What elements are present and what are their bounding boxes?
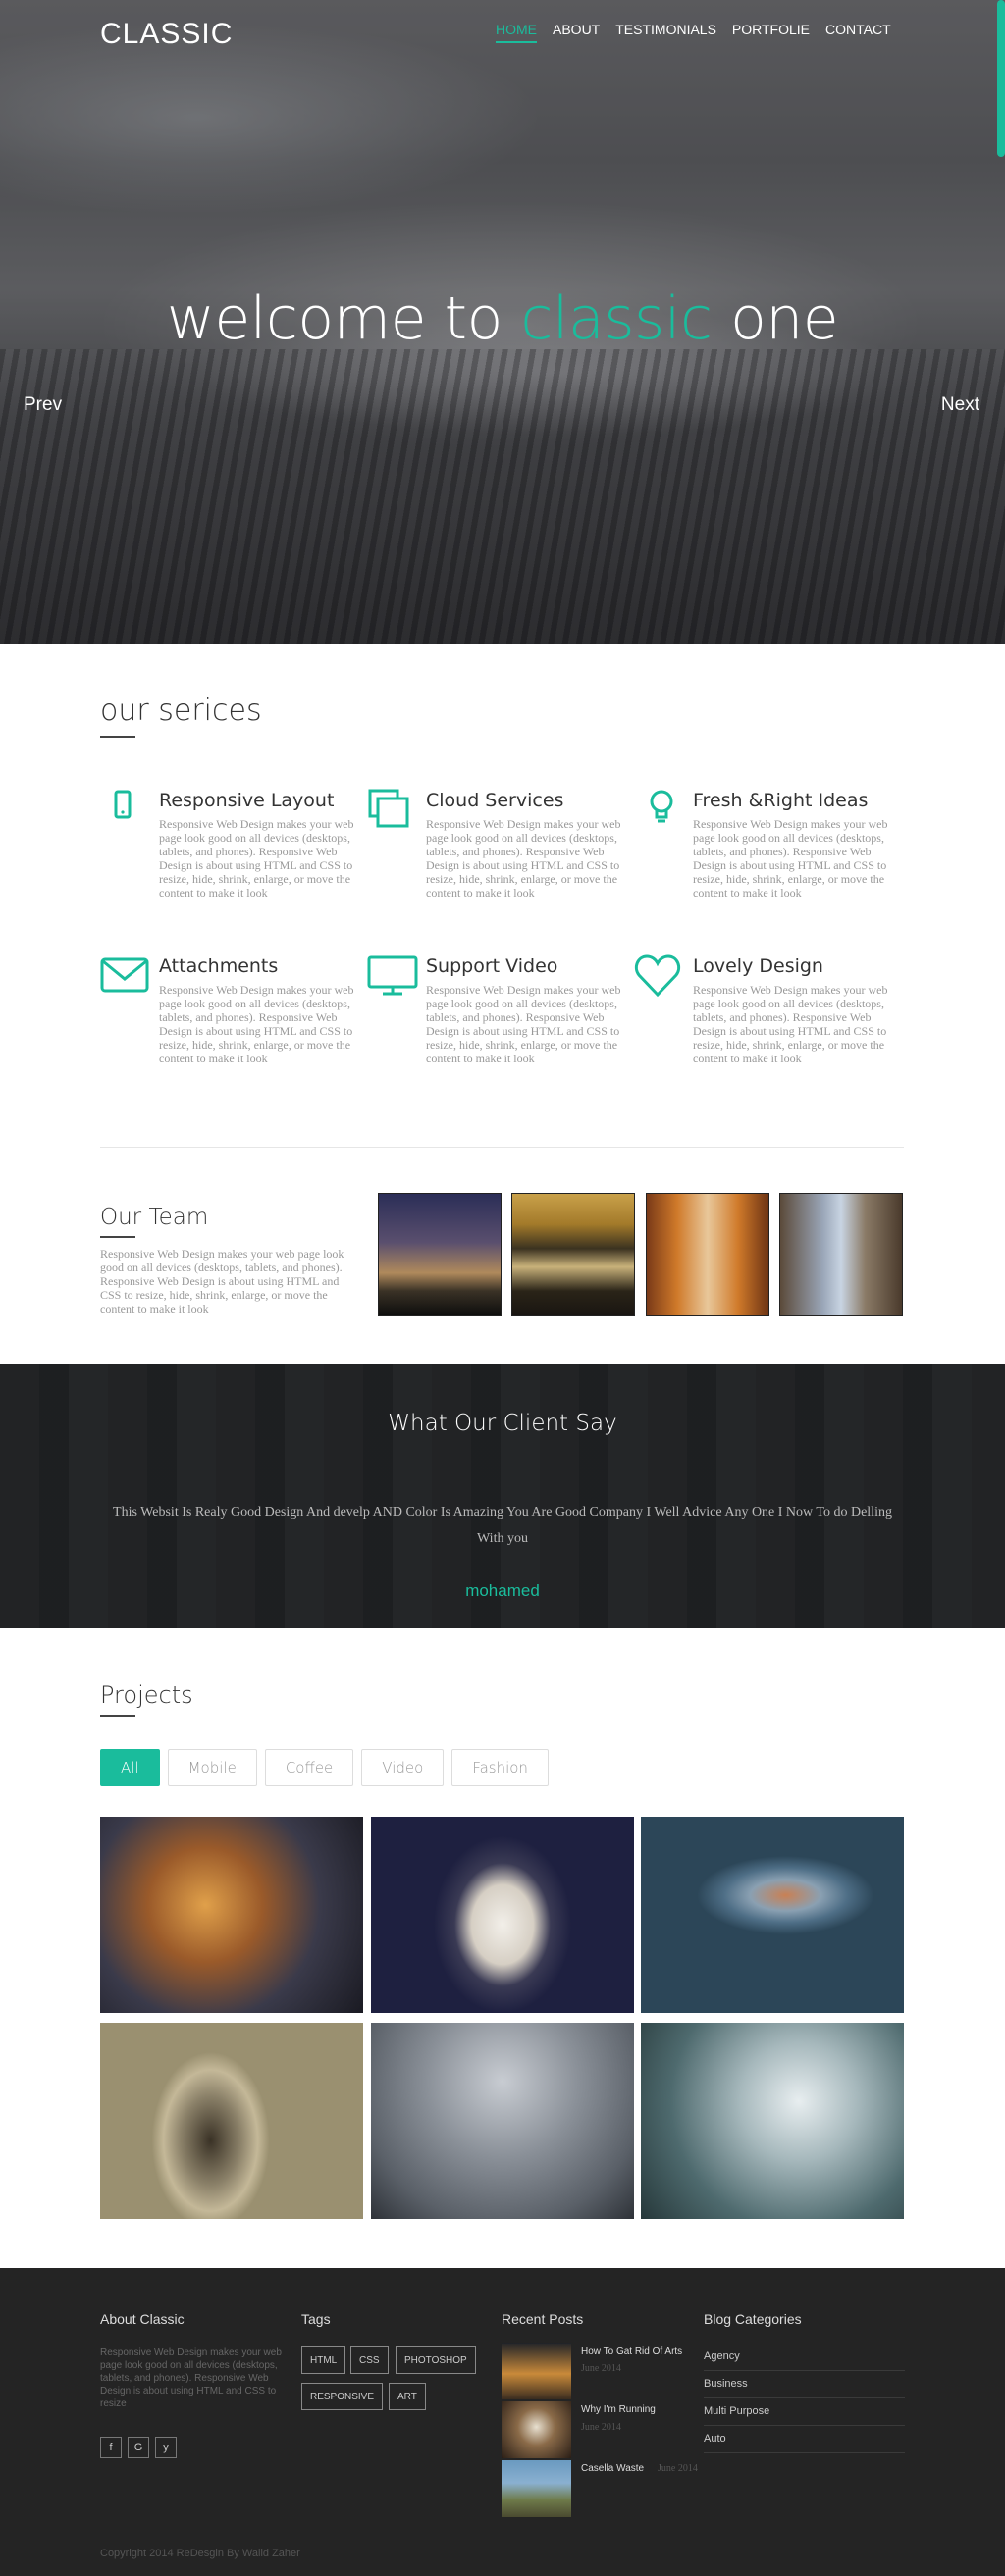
- heart-icon: [634, 954, 681, 998]
- tag-art[interactable]: ART: [389, 2383, 426, 2410]
- hero-title-accent: classic: [520, 284, 713, 353]
- post-title[interactable]: Why I'm Running: [581, 2404, 656, 2415]
- testimonial-author: mohamed: [465, 1581, 540, 1600]
- footer-about-text: Responsive Web Design makes your web pag…: [100, 2347, 282, 2409]
- slider-prev-button[interactable]: Prev: [24, 394, 62, 416]
- project-image-boat[interactable]: [641, 1817, 904, 2013]
- category-link[interactable]: Business: [704, 2378, 905, 2398]
- service-title: Fresh &Right Ideas: [693, 790, 869, 811]
- hero-slider: CLASSIC HOME ABOUT TESTIMONIALS PORTFOLI…: [0, 0, 1005, 644]
- post-date: June 2014: [581, 2422, 621, 2433]
- service-text: Responsive Web Design makes your web pag…: [159, 817, 354, 900]
- lightbulb-icon: [650, 790, 673, 823]
- team-photo[interactable]: [378, 1193, 502, 1316]
- services-section: our serices Responsive Layout Responsive…: [0, 644, 1005, 1364]
- filter-all-button[interactable]: All: [100, 1749, 160, 1786]
- category-link[interactable]: Multi Purpose: [704, 2405, 905, 2426]
- nav-contact[interactable]: CONTACT: [825, 22, 891, 43]
- hero-title-part1: welcome to: [166, 284, 503, 353]
- service-text: Responsive Web Design makes your web pag…: [426, 983, 621, 1065]
- footer-tags-title: Tags: [301, 2311, 331, 2327]
- slider-next-button[interactable]: Next: [941, 394, 979, 416]
- site-logo[interactable]: CLASSIC: [100, 18, 233, 51]
- team-title-underline: [100, 1236, 135, 1238]
- twitter-icon[interactable]: y: [155, 2437, 177, 2458]
- footer-categories-title: Blog Categories: [704, 2311, 802, 2327]
- social-links: f G y: [100, 2437, 177, 2458]
- section-divider: [100, 1147, 904, 1148]
- hero-title: welcome to classic one: [0, 284, 1005, 353]
- service-text: Responsive Web Design makes your web pag…: [693, 983, 888, 1065]
- google-icon[interactable]: G: [128, 2437, 149, 2458]
- monitor-icon: [367, 955, 418, 996]
- team-photo[interactable]: [779, 1193, 903, 1316]
- tag-responsive[interactable]: RESPONSIVE: [301, 2383, 384, 2410]
- service-title: Lovely Design: [693, 955, 823, 977]
- project-image-puppy[interactable]: [371, 1817, 634, 2013]
- project-image-bear-street[interactable]: [100, 2023, 363, 2219]
- filter-coffee-button[interactable]: Coffee: [264, 1749, 354, 1786]
- service-text: Responsive Web Design makes your web pag…: [693, 817, 888, 900]
- nav-portfolio[interactable]: PORTFOLIE: [732, 22, 810, 43]
- facebook-icon[interactable]: f: [100, 2437, 122, 2458]
- service-title: Attachments: [159, 955, 279, 977]
- project-filters: All Mobile Coffee Video Fashion: [100, 1749, 549, 1786]
- post-title[interactable]: How To Gat Rid Of Arts: [581, 2346, 682, 2357]
- copy-icon: [368, 789, 409, 828]
- footer-about-title: About Classic: [100, 2311, 185, 2327]
- service-text: Responsive Web Design makes your web pag…: [159, 983, 354, 1065]
- title-underline: [100, 736, 135, 738]
- filter-fashion-button[interactable]: Fashion: [451, 1749, 549, 1786]
- copyright: Copyright 2014 ReDesgin By Walid Zaher: [100, 2548, 300, 2559]
- project-image-dandelion[interactable]: [641, 2023, 904, 2219]
- service-text: Responsive Web Design makes your web pag…: [426, 817, 621, 900]
- post-title[interactable]: Casella Waste: [581, 2463, 644, 2474]
- testimonial-section: What Our Client Say This Websit Is Realy…: [0, 1364, 1005, 1628]
- service-title: Support Video: [426, 955, 558, 977]
- post-date: June 2014: [658, 2463, 698, 2474]
- service-title: Cloud Services: [426, 790, 564, 811]
- project-image-bokeh[interactable]: [371, 2023, 634, 2219]
- service-title: Responsive Layout: [159, 790, 335, 811]
- team-photo[interactable]: [646, 1193, 769, 1316]
- projects-section: Projects All Mobile Coffee Video Fashion: [0, 1628, 1005, 2268]
- team-title: Our Team: [100, 1205, 209, 1230]
- category-link[interactable]: Auto: [704, 2433, 905, 2453]
- title-underline: [100, 1715, 135, 1717]
- post-thumbnail[interactable]: [502, 2343, 571, 2399]
- tag-photoshop[interactable]: PHOTOSHOP: [396, 2346, 476, 2374]
- scrollbar-thumb[interactable]: [997, 0, 1005, 157]
- testimonial-quote: This Websit Is Realy Good Design And dev…: [113, 1505, 892, 1546]
- footer-posts-title: Recent Posts: [502, 2311, 584, 2327]
- team-photo[interactable]: [511, 1193, 635, 1316]
- nav-about[interactable]: ABOUT: [553, 22, 600, 43]
- nav-home[interactable]: HOME: [496, 22, 537, 43]
- hero-title-part2: one: [730, 284, 839, 353]
- category-link[interactable]: Agency: [704, 2350, 905, 2371]
- filter-mobile-button[interactable]: Mobile: [167, 1749, 257, 1786]
- post-thumbnail[interactable]: [502, 2460, 571, 2517]
- testimonial-title: What Our Client Say: [388, 1411, 617, 1436]
- project-image-nebula[interactable]: [100, 1817, 363, 2013]
- projects-title: Projects: [100, 1681, 193, 1709]
- post-thumbnail[interactable]: [502, 2401, 571, 2458]
- services-title: our serices: [100, 694, 262, 728]
- site-footer: About Classic Responsive Web Design make…: [0, 2268, 1005, 2576]
- mobile-icon: [114, 790, 132, 819]
- post-date: June 2014: [581, 2363, 621, 2374]
- main-nav: HOME ABOUT TESTIMONIALS PORTFOLIE CONTAC…: [496, 22, 891, 43]
- tag-html[interactable]: HTML: [301, 2346, 346, 2374]
- team-text: Responsive Web Design makes your web pag…: [100, 1247, 344, 1315]
- tag-css[interactable]: CSS: [350, 2346, 389, 2374]
- envelope-icon: [100, 957, 149, 993]
- nav-testimonials[interactable]: TESTIMONIALS: [615, 22, 716, 43]
- filter-video-button[interactable]: Video: [361, 1749, 445, 1786]
